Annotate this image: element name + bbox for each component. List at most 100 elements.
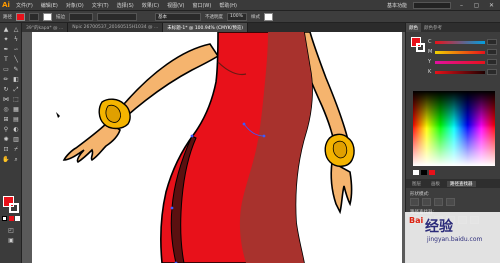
rectangle-tool-icon[interactable]: ▭	[2, 66, 10, 74]
direct-selection-tool-icon[interactable]: △	[12, 26, 20, 34]
menu-file[interactable]: 文件(F)	[12, 2, 37, 9]
exclude-button[interactable]	[446, 198, 455, 206]
canvas-area[interactable]	[22, 32, 405, 263]
menu-object[interactable]: 对象(O)	[62, 2, 88, 9]
stroke-color-box[interactable]	[9, 203, 19, 213]
brush-style-dropdown[interactable]: 基本	[155, 12, 201, 21]
slider-c-input[interactable]	[487, 39, 497, 45]
slider-y[interactable]: Y	[428, 59, 497, 65]
slider-c[interactable]: C	[428, 39, 497, 45]
slider-k-input[interactable]	[487, 69, 497, 75]
free-transform-tool-icon[interactable]: ⬚	[12, 96, 20, 104]
anchor-point	[262, 134, 266, 138]
tools-panel: ▲ △ ✦ ϟ ✒ ∽ T ╲ ▭ ✎ ✏ ◧ ↻ ⤢ ⋈ ⬚ ◎ ▦ ⊞ ▤ …	[0, 23, 22, 263]
slider-y-track[interactable]	[435, 60, 485, 64]
tab-layers[interactable]: 图层	[409, 181, 424, 187]
screen-mode-icon[interactable]: ▣	[7, 237, 15, 245]
slider-c-track[interactable]	[435, 40, 485, 44]
fill-dropdown[interactable]	[29, 12, 39, 21]
pencil-tool-icon[interactable]: ✏	[2, 76, 10, 84]
fill-swatch[interactable]	[16, 12, 25, 21]
zoom-tool-icon[interactable]: ⌕	[12, 156, 20, 164]
selection-tool-icon[interactable]: ▲	[2, 26, 10, 34]
opacity-label: 不透明度	[205, 14, 223, 20]
tab-document-2[interactable]: Npic 26700537_20160515H1034 @ ...	[68, 23, 164, 32]
illustration[interactable]	[32, 32, 402, 263]
swatch-black[interactable]	[421, 170, 427, 175]
color-panel-tabs: 颜色 颜色参考	[406, 23, 500, 32]
lasso-tool-icon[interactable]: ϟ	[12, 36, 20, 44]
tab-pathfinder[interactable]: 路径查找器	[447, 180, 476, 187]
right-hand	[330, 160, 353, 215]
slider-c-label: C	[428, 39, 432, 45]
none-mode-icon[interactable]	[15, 216, 20, 221]
slider-m[interactable]: M	[428, 49, 497, 55]
mesh-tool-icon[interactable]: ⊞	[2, 116, 10, 124]
tab-color-guide[interactable]: 颜色参考	[421, 23, 445, 32]
search-input[interactable]	[413, 2, 451, 9]
gradient-tool-icon[interactable]: ▤	[12, 116, 20, 124]
paintbrush-tool-icon[interactable]: ✎	[12, 66, 20, 74]
menu-help[interactable]: 帮助(H)	[215, 2, 241, 9]
minus-front-button[interactable]	[422, 198, 431, 206]
artboard-tool-icon[interactable]: ⊡	[2, 146, 10, 154]
magic-wand-tool-icon[interactable]: ✦	[2, 36, 10, 44]
menu-view[interactable]: 视图(V)	[163, 2, 188, 9]
stroke-style-value: 基本	[158, 14, 167, 20]
slider-k-track[interactable]	[435, 70, 485, 74]
cursor-mark	[56, 112, 60, 118]
stroke-swatch[interactable]	[43, 12, 52, 21]
workspace-switcher[interactable]: 基本功能	[387, 2, 407, 9]
watermark-url: jingyan.baidu.com	[427, 236, 483, 243]
slider-y-input[interactable]	[487, 59, 497, 65]
menu-select[interactable]: 选择(S)	[113, 2, 138, 9]
tab-color[interactable]: 颜色	[406, 23, 421, 32]
tab-artboards[interactable]: 画板	[428, 181, 443, 187]
swatch-white[interactable]	[413, 170, 419, 175]
stroke-weight-dropdown[interactable]	[69, 12, 93, 21]
menu-effect[interactable]: 效果(C)	[138, 2, 163, 9]
slider-m-input[interactable]	[487, 49, 497, 55]
perspective-grid-tool-icon[interactable]: ▦	[12, 106, 20, 114]
unite-button[interactable]	[410, 198, 419, 206]
swatch-red[interactable]	[429, 170, 435, 175]
shape-mode-buttons	[410, 198, 455, 206]
width-tool-icon[interactable]: ⋈	[2, 96, 10, 104]
tab-document-1[interactable]: 39°的kapa* @ ...	[22, 23, 69, 32]
menu-type[interactable]: 文字(T)	[88, 2, 113, 9]
tab-document-active[interactable]: 未标题-1* @ 100.94% (CMYK/预览)	[163, 23, 249, 32]
style-swatch[interactable]	[264, 12, 273, 21]
rotate-tool-icon[interactable]: ↻	[2, 86, 10, 94]
default-colors-icon[interactable]	[2, 216, 7, 221]
blend-tool-icon[interactable]: ◐	[12, 126, 20, 134]
column-graph-tool-icon[interactable]: ▥	[12, 136, 20, 144]
drawing-mode-icon[interactable]: ◰	[7, 227, 15, 235]
color-spectrum[interactable]	[413, 91, 495, 166]
minimize-button[interactable]: –	[457, 1, 466, 10]
color-mode-icon[interactable]	[9, 216, 14, 221]
artboard[interactable]	[32, 32, 402, 263]
slider-m-track[interactable]	[435, 50, 485, 54]
curvature-tool-icon[interactable]: ∽	[12, 46, 20, 54]
scale-tool-icon[interactable]: ⤢	[12, 86, 20, 94]
symbol-sprayer-tool-icon[interactable]: ✺	[2, 136, 10, 144]
line-tool-icon[interactable]: ╲	[12, 56, 20, 64]
slider-k[interactable]: K	[428, 69, 497, 75]
eraser-tool-icon[interactable]: ◧	[12, 76, 20, 84]
menu-edit[interactable]: 编辑(E)	[37, 2, 62, 9]
pen-tool-icon[interactable]: ✒	[2, 46, 10, 54]
panel-stroke-swatch[interactable]	[416, 43, 425, 52]
layers-panel-header: 图层 画板 路径查找器	[406, 179, 500, 188]
variable-width-dropdown[interactable]	[97, 12, 137, 21]
menu-window[interactable]: 窗口(W)	[188, 2, 215, 9]
opacity-input[interactable]: 100%	[227, 12, 247, 21]
anchor-point	[170, 206, 174, 210]
slice-tool-icon[interactable]: ⌿	[12, 146, 20, 154]
intersect-button[interactable]	[434, 198, 443, 206]
type-tool-icon[interactable]: T	[2, 56, 10, 64]
hand-tool-icon[interactable]: ✋	[2, 156, 10, 164]
close-button[interactable]: ✕	[487, 1, 496, 10]
eyedropper-tool-icon[interactable]: ⚲	[2, 126, 10, 134]
shape-builder-tool-icon[interactable]: ◎	[2, 106, 10, 114]
maximize-button[interactable]: ▢	[472, 1, 481, 10]
